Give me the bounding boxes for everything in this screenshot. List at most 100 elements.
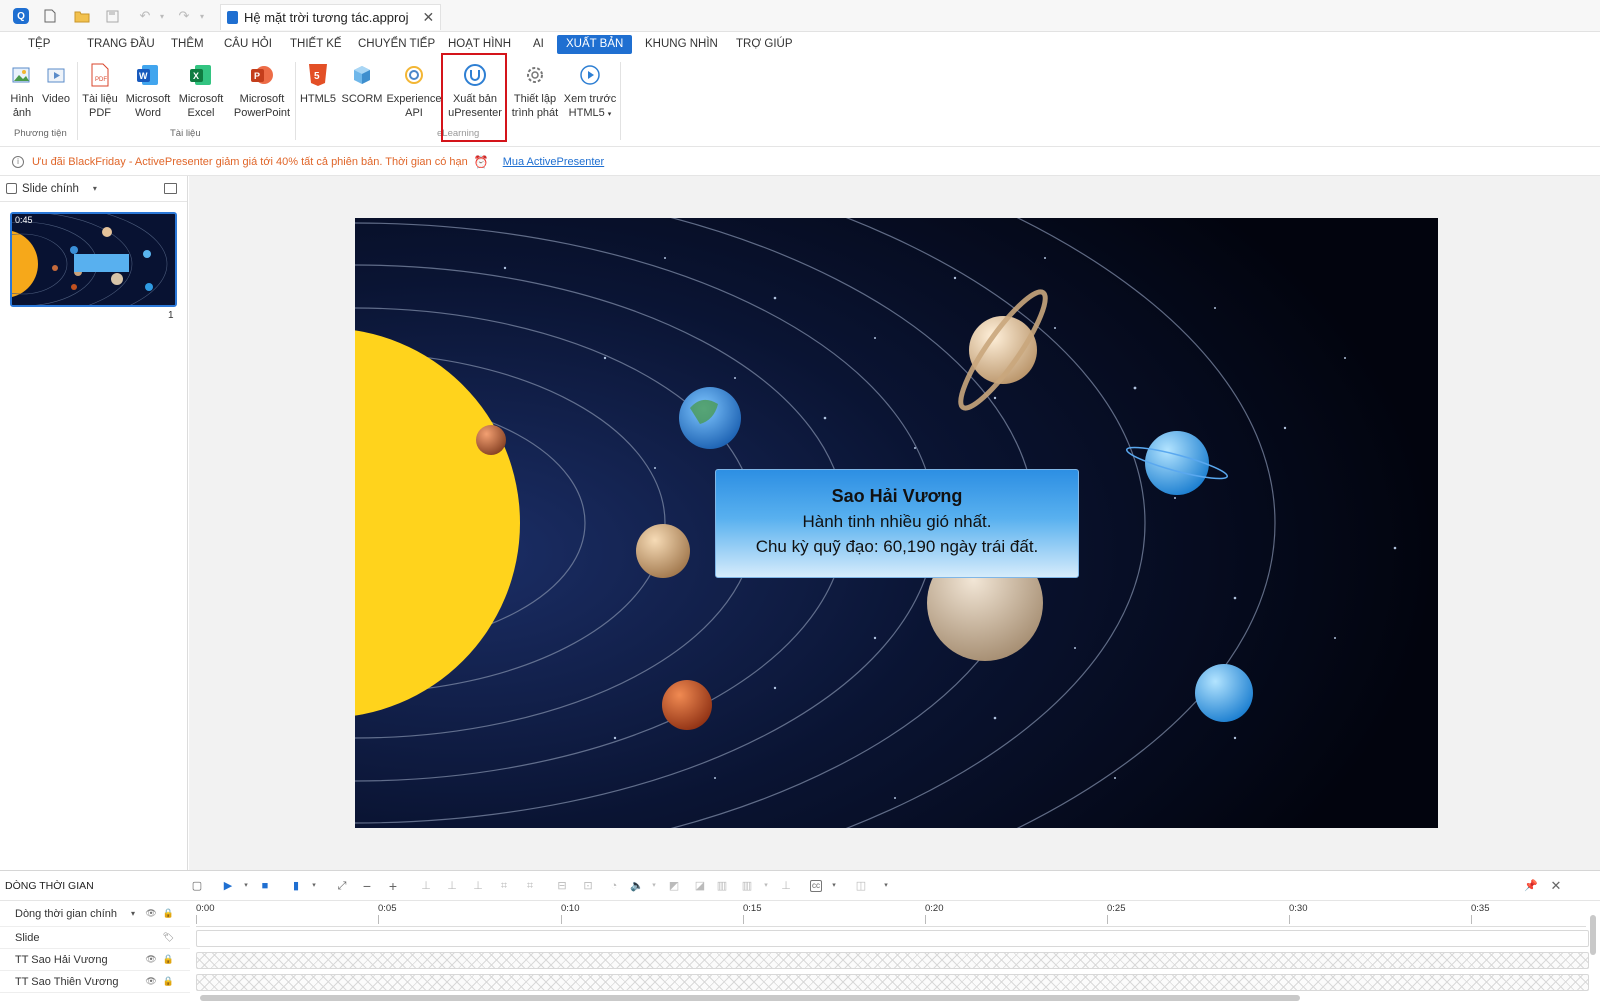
pdf-icon: PDF (87, 62, 113, 88)
timeline-row-slide[interactable]: Slide 🏷 (0, 927, 190, 949)
audio-levels-icon[interactable]: ▥ (716, 880, 728, 892)
chevron-down-icon[interactable]: ▾ (648, 880, 660, 892)
select-all-icon[interactable]: ▢ (191, 880, 203, 892)
export-html5-button[interactable]: 5 HTML5 (299, 62, 337, 106)
marker-icon[interactable]: ▮ (290, 880, 302, 892)
preview-html5-button[interactable]: Xem trước HTML5 ▾ (562, 62, 618, 122)
powerpoint-icon: P (249, 62, 275, 88)
tab-file[interactable]: TỆP (19, 35, 59, 54)
noise-reduction-icon[interactable]: ⊥ (780, 880, 792, 892)
fade-out-icon[interactable]: ◪ (694, 880, 706, 892)
timeline-selector[interactable]: Dòng thời gian chính (15, 908, 117, 920)
chevron-down-icon[interactable]: ▾ (93, 184, 97, 193)
tab-questions[interactable]: CÂU HỎI (215, 35, 281, 54)
slide-track[interactable] (196, 930, 1589, 947)
word-icon: W (135, 62, 161, 88)
close-icon[interactable]: ✕ (1550, 879, 1562, 892)
zoom-out-icon[interactable]: − (361, 879, 373, 893)
save-icon[interactable] (104, 7, 120, 25)
redo-dropdown-icon[interactable]: ▾ (197, 7, 207, 25)
volume-icon[interactable]: 🔈 (630, 880, 644, 892)
player-settings-button[interactable]: Thiết lập trình phát (508, 62, 562, 120)
neptune-track[interactable] (196, 952, 1589, 969)
ribbon-divider (620, 62, 621, 140)
export-word-button[interactable]: W Microsoft Word (123, 62, 173, 120)
export-xapi-button[interactable]: Experience API (386, 62, 442, 120)
group-label-media: Phương tiện (14, 128, 67, 139)
row-visibility-lock-icons[interactable]: 👁🔒 (145, 954, 180, 965)
tab-home[interactable]: TRANG ĐẦU (78, 35, 164, 54)
chevron-down-icon[interactable]: ▾ (880, 880, 892, 892)
vertical-scrollbar[interactable] (1590, 915, 1596, 955)
speed-icon[interactable]: ◔ (608, 880, 620, 892)
play-icon[interactable]: ▶ (222, 880, 234, 892)
chevron-down-icon[interactable]: ▾ (760, 880, 772, 892)
equalizer-icon[interactable]: ▥ (741, 880, 753, 892)
export-powerpoint-button[interactable]: P Microsoft PowerPoint (230, 62, 294, 120)
undo-icon[interactable]: ↶ (137, 7, 153, 25)
slide-selector[interactable]: Slide chính (22, 183, 79, 195)
tab-transitions[interactable]: CHUYỂN TIẾP (349, 35, 444, 54)
open-folder-icon[interactable] (73, 7, 91, 25)
zoom-fit-icon[interactable]: ⤢ (336, 880, 348, 892)
tab-view[interactable]: KHUNG NHÌN (636, 35, 727, 54)
close-document-icon[interactable]: ✕ (422, 9, 434, 26)
export-excel-button[interactable]: X Microsoft Excel (176, 62, 226, 120)
timeline-ruler[interactable]: 0:00 0:05 0:10 0:15 0:20 0:25 0:30 0:35 (196, 901, 1586, 927)
panel-toggle-icon[interactable] (164, 183, 177, 194)
tab-ai[interactable]: AI (524, 35, 553, 54)
ruler-tick-label: 0:30 (1289, 903, 1308, 914)
canvas-area: Sao Hải Vương Hành tinh nhiều gió nhất. … (189, 176, 1600, 870)
uranus-track[interactable] (196, 974, 1589, 991)
stop-icon[interactable]: ■ (259, 880, 271, 892)
zoom-in-icon[interactable]: + (387, 879, 399, 893)
chevron-down-icon[interactable]: ▾ (308, 880, 320, 892)
slide-master-icon[interactable] (6, 183, 17, 194)
timeline-row-uranus[interactable]: TT Sao Thiên Vương 👁🔒 (0, 971, 190, 993)
timeline-selector-row[interactable]: Dòng thời gian chính ▾ 👁🔒 (0, 901, 190, 927)
chevron-down-icon[interactable]: ▾ (240, 880, 252, 892)
fade-in-icon[interactable]: ◩ (668, 880, 680, 892)
html5-icon: 5 (305, 62, 331, 88)
slide-thumbnail[interactable]: 0:45 (10, 212, 177, 307)
tab-export[interactable]: XUẤT BẢN (557, 35, 633, 54)
row-visibility-lock-icons[interactable]: 👁🔒 (145, 976, 180, 987)
export-image-button[interactable]: Hình ảnh (8, 62, 36, 120)
ruler-tick (743, 915, 744, 924)
export-scorm-button[interactable]: SCORM (342, 62, 382, 106)
layout-icon[interactable]: ◫ (855, 880, 867, 892)
notification-bar: i Ưu đãi BlackFriday - ActivePresenter g… (0, 148, 1600, 176)
timeline-row-neptune[interactable]: TT Sao Hải Vương 👁🔒 (0, 949, 190, 971)
split-icon[interactable]: ⌗ (524, 880, 536, 892)
document-tab[interactable]: Hệ mặt trời tương tác.approj ✕ (220, 4, 442, 30)
app-logo-icon[interactable]: Q (13, 8, 29, 24)
export-upresenter-button[interactable]: Xuất bản uPresenter (445, 62, 505, 120)
svg-text:P: P (254, 71, 260, 81)
image-icon (9, 62, 35, 88)
insert-time-icon[interactable]: ⊟ (556, 880, 568, 892)
freeze-frame-icon[interactable]: ⊡ (582, 880, 594, 892)
row-visibility-lock-icons[interactable]: 👁🔒 (145, 908, 180, 919)
align-left-icon[interactable]: ⊥ (420, 880, 432, 892)
slide-stage[interactable]: Sao Hải Vương Hành tinh nhiều gió nhất. … (355, 218, 1438, 828)
align-center-icon[interactable]: ⊥ (446, 880, 458, 892)
tab-insert[interactable]: THÊM (162, 35, 213, 54)
pin-icon[interactable]: 📌 (1524, 880, 1538, 892)
align-right-icon[interactable]: ⊥ (472, 880, 484, 892)
undo-dropdown-icon[interactable]: ▾ (157, 7, 167, 25)
neptune-info-box[interactable]: Sao Hải Vương Hành tinh nhiều gió nhất. … (715, 469, 1079, 578)
tab-design[interactable]: THIẾT KẾ (281, 35, 351, 54)
new-file-icon[interactable] (42, 7, 58, 25)
export-pdf-button[interactable]: PDF Tài liệu PDF (80, 62, 120, 120)
tab-animations[interactable]: HOẠT HÌNH (439, 35, 520, 54)
svg-text:5: 5 (314, 71, 320, 82)
chevron-down-icon[interactable]: ▾ (828, 880, 840, 892)
horizontal-scrollbar[interactable] (200, 995, 1300, 1001)
buy-activepresenter-link[interactable]: Mua ActivePresenter (503, 156, 605, 168)
tab-help[interactable]: TRỢ GIÚP (727, 35, 802, 54)
closed-caption-icon[interactable]: cc (810, 880, 822, 892)
redo-icon[interactable]: ↷ (176, 7, 192, 25)
chevron-down-icon[interactable]: ▾ (131, 909, 135, 918)
export-video-button[interactable]: Video (40, 62, 72, 106)
crop-icon[interactable]: ⌗ (498, 880, 510, 892)
